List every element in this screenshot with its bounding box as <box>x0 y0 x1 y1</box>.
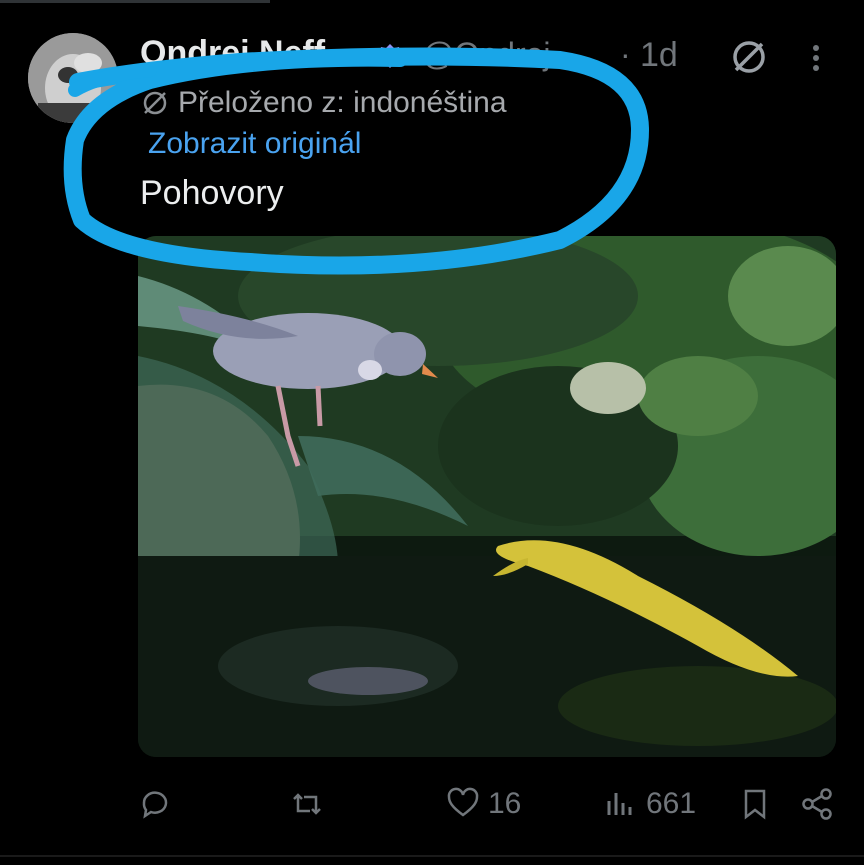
author-handle[interactable]: @Ondrej <box>422 36 551 73</box>
avatar-photo <box>28 33 118 123</box>
share-icon <box>802 788 832 820</box>
tweet-header: Ondrej Neff @Ondrej · 1d <box>140 30 840 80</box>
views-chart-icon <box>607 793 632 815</box>
retweet-button[interactable] <box>290 780 324 828</box>
reply-button[interactable] <box>138 780 172 828</box>
bookmark-button[interactable] <box>738 780 772 828</box>
views-count: 661 <box>646 787 697 820</box>
views-button[interactable]: 661 <box>604 780 696 828</box>
tweet-time[interactable]: 1d <box>640 36 678 75</box>
verified-badge-icon <box>376 44 404 68</box>
translate-icon <box>143 91 167 115</box>
more-vertical-icon[interactable] <box>804 40 828 76</box>
translation-note: Přeloženo z: indonéština <box>140 86 507 120</box>
retweet-icon <box>293 793 321 815</box>
tweet-text: Pohovory <box>140 174 284 212</box>
tweet-actions: 16 661 <box>0 780 864 828</box>
separator-dot: · <box>620 36 631 72</box>
reply-icon <box>142 791 168 819</box>
bookmark-icon <box>744 789 766 820</box>
tweet-media-photo[interactable] <box>138 236 836 757</box>
translated-label: Přeloženo z: indonéština <box>178 86 507 119</box>
grok-icon[interactable] <box>730 38 768 76</box>
heart-icon <box>447 787 479 817</box>
top-divider <box>0 0 270 3</box>
bottom-divider <box>0 855 864 857</box>
like-button[interactable]: 16 <box>446 780 521 828</box>
share-button[interactable] <box>800 780 834 828</box>
avatar[interactable] <box>28 33 118 123</box>
author-name[interactable]: Ondrej Neff <box>140 34 325 73</box>
show-original-link[interactable]: Zobrazit originál <box>148 127 361 161</box>
tweet-card[interactable]: Ondrej Neff @Ondrej · 1d Přeloženo z: in… <box>0 0 864 865</box>
pond-photo <box>138 236 836 757</box>
like-count: 16 <box>488 787 522 820</box>
